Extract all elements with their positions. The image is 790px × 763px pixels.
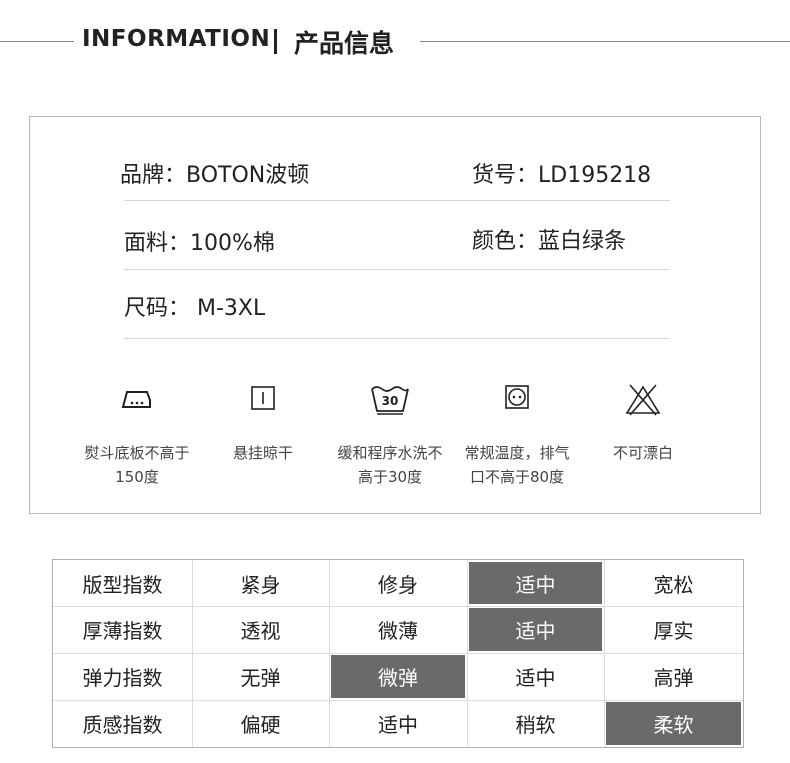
no-bleach-icon	[625, 384, 661, 416]
header-separator	[274, 29, 277, 54]
index-option: 适中	[378, 713, 418, 737]
care-label-line1: 不可漂白	[612, 444, 673, 462]
care-label-line2: 口不高于80度	[469, 468, 565, 486]
header-title-cn: 产品信息	[294, 29, 395, 58]
tumble-dry-icon	[505, 385, 529, 409]
index-row-label: 质感指数	[82, 713, 163, 737]
index-row-label: 弹力指数	[82, 666, 163, 690]
size-text: 尺码： M-3XL	[124, 296, 266, 321]
index-option: 稍软	[515, 713, 556, 737]
hang-dry-icon	[251, 386, 275, 410]
index-option: 微薄	[378, 619, 418, 643]
fit-index-table: 版型指数 紧身 修身 适中 宽松 厚薄指数 透视 微薄 适中 厚实 弹力指数 无弹 微弹 适中 高弹 质感指数…	[52, 559, 744, 748]
info-divider	[124, 338, 670, 339]
fabric-text: 面料：100%棉	[124, 231, 275, 256]
index-option: 无弹	[240, 666, 281, 690]
index-option-selected: 柔软	[606, 702, 741, 745]
color-text: 颜色：蓝白绿条	[472, 229, 627, 254]
wash-temp-text: 30	[382, 394, 399, 408]
index-option: 厚实	[653, 619, 694, 643]
index-option-selected: 适中	[469, 608, 602, 651]
header-title-en: INFORMATION	[82, 26, 271, 52]
index-option: 宽松	[653, 572, 694, 597]
index-option: 高弹	[653, 666, 694, 690]
index-option: 透视	[240, 619, 281, 643]
index-option-selected: 微弹	[331, 655, 465, 698]
care-item-no-bleach: 不可漂白	[568, 383, 718, 465]
care-label-line2: 150度	[115, 468, 159, 486]
item-number-text: 货号：LD195218	[472, 163, 652, 188]
index-option: 紧身	[240, 572, 281, 597]
index-option-selected: 适中	[469, 562, 602, 604]
iron-icon	[121, 391, 151, 408]
brand-text: 品牌：BOTON波顿	[120, 163, 310, 188]
info-divider	[124, 200, 670, 201]
index-row-label: 厚薄指数	[82, 619, 163, 643]
index-option: 适中	[515, 666, 556, 690]
wash-30-icon: 30	[371, 386, 409, 415]
header-rule-right	[420, 41, 790, 42]
product-info-panel: 品牌：BOTON波顿 货号：LD195218 面料：100%棉 颜色：蓝白绿条 …	[29, 116, 761, 514]
index-option: 偏硬	[240, 713, 281, 737]
info-divider	[124, 269, 670, 270]
index-row-label: 版型指数	[82, 572, 163, 597]
index-option: 修身	[378, 572, 418, 597]
header-rule-left	[0, 41, 74, 42]
